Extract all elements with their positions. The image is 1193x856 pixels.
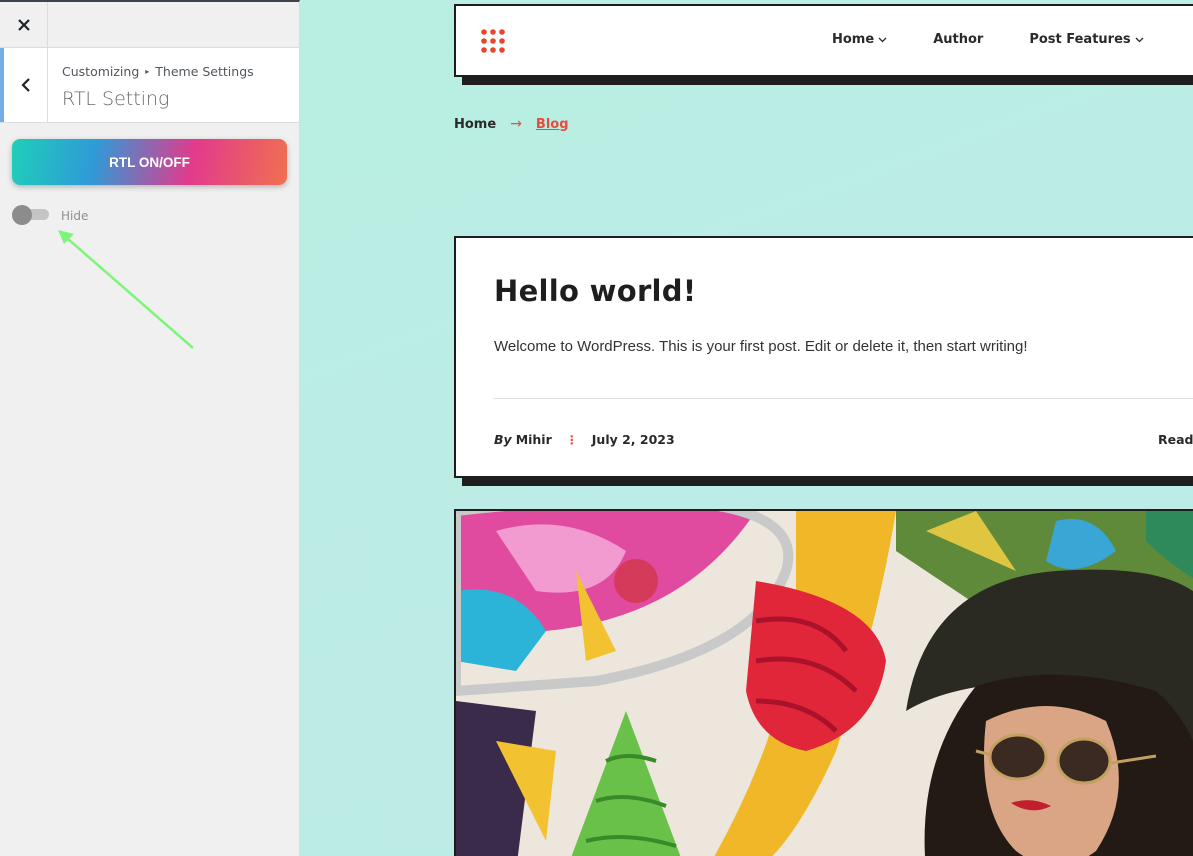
back-button[interactable]: [0, 48, 48, 122]
nav-item-label: Home: [832, 32, 875, 47]
nav-item-author[interactable]: Author: [933, 32, 983, 47]
nav-item-home[interactable]: Home: [832, 32, 887, 47]
crumb-theme-settings: Theme Settings: [155, 64, 254, 79]
chevron-down-icon: [1135, 37, 1144, 42]
chevron-left-icon: [20, 78, 30, 92]
post-card: Hello world! Welcome to WordPress. This …: [454, 236, 1193, 478]
customizer-sidebar: Customizing ▸ Theme Settings RTL Setting R…: [0, 0, 300, 856]
arrow-right-icon: →: [510, 116, 522, 132]
meta-separator-icon: ⋮: [565, 432, 578, 447]
hide-toggle-switch[interactable]: [12, 205, 49, 225]
read-more-link[interactable]: Read: [1158, 432, 1193, 447]
crumb-customizing: Customizing: [62, 64, 140, 79]
post-date: July 2, 2023: [591, 432, 675, 447]
nav-item-label: Author: [933, 32, 984, 47]
rtl-toggle-button[interactable]: RTL ON/OFF: [12, 139, 287, 185]
customizer-breadcrumb: Customizing ▸ Theme Settings: [62, 64, 254, 79]
section-header: Customizing ▸ Theme Settings RTL Setting: [0, 48, 299, 123]
meta-by-label: By: [494, 432, 512, 447]
section-title: RTL Setting: [62, 88, 170, 110]
site-header: Home Author Post Features: [454, 4, 1193, 77]
main-navigation: Home Author Post Features: [832, 32, 1190, 47]
nav-item-label: Post Features: [1029, 32, 1131, 47]
post-divider: [494, 398, 1193, 399]
annotation-arrow-icon: [58, 230, 194, 349]
post-author-link[interactable]: Mihir: [516, 432, 552, 447]
nav-item-post-features[interactable]: Post Features: [1029, 32, 1144, 47]
close-button[interactable]: [0, 2, 48, 48]
breadcrumb-home-link[interactable]: Home: [454, 117, 496, 132]
post-title[interactable]: Hello world!: [494, 274, 696, 308]
breadcrumb-blog-link[interactable]: Blog: [536, 117, 569, 132]
chevron-down-icon: [878, 37, 887, 42]
toggle-knob: [12, 205, 32, 225]
site-preview: Home Author Post Features Home → Blog He…: [300, 2, 1193, 856]
dots-grid-icon[interactable]: [480, 28, 506, 54]
post-meta: By Mihir ⋮ July 2, 2023: [494, 432, 675, 447]
post-excerpt: Welcome to WordPress. This is your first…: [494, 338, 1028, 355]
breadcrumb: Home → Blog: [454, 116, 569, 132]
crumb-separator: ▸: [145, 67, 150, 76]
hide-toggle-label: Hide: [61, 209, 89, 223]
featured-image-graphic: [456, 511, 1193, 856]
close-icon: [17, 19, 30, 31]
customizer-top-bar: [0, 2, 299, 48]
featured-image[interactable]: [454, 509, 1193, 856]
